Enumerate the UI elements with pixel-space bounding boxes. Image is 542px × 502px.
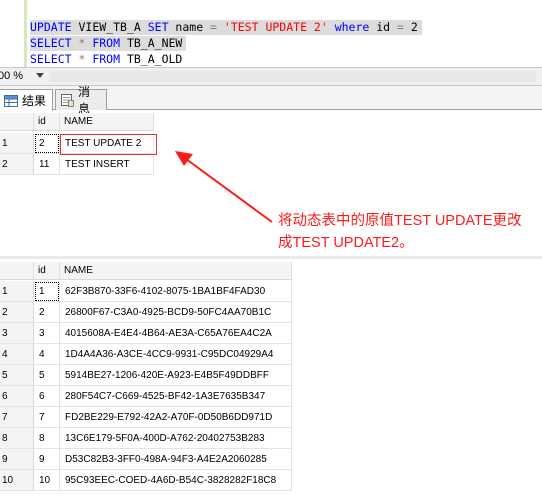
cell-id[interactable]: 2 (34, 302, 60, 323)
cell-name[interactable]: 13C6E179-5F0A-400D-A762-20402753B283 (60, 428, 292, 449)
cell-id[interactable]: 1 (34, 281, 60, 302)
row-number[interactable]: 6 (0, 386, 34, 407)
column-header-id[interactable]: id (34, 262, 60, 280)
cell-name[interactable]: 26800F67-C3A0-4925-BCD9-50FC4AA70B1C (60, 302, 292, 323)
cell-name[interactable]: 62F3B870-33F6-4102-8075-1BA1BF4FAD30 (60, 281, 292, 302)
row-number[interactable]: 2 (0, 302, 34, 323)
cell-name[interactable]: D53C82B3-3FF0-498A-94F3-A4E2A2060285 (60, 449, 292, 470)
annotation-line-1: 将动态表中的原值TEST UPDATE更改 (278, 213, 522, 229)
cell-id[interactable]: 6 (34, 386, 60, 407)
cell-name[interactable]: FD2BE229-E792-42A2-A70F-0D50B6DD971D (60, 407, 292, 428)
row-number[interactable]: 7 (0, 407, 34, 428)
row-number[interactable]: 10 (0, 470, 34, 491)
row-number[interactable]: 8 (0, 428, 34, 449)
grid-splitter[interactable] (0, 256, 542, 259)
cell-name[interactable]: 280F54C7-C669-4525-BF42-1A3E7635B347 (60, 386, 292, 407)
cell-id[interactable]: 4 (34, 344, 60, 365)
results-grid-2: id NAME 1 1 62F3B870-33F6-4102-8075-1BA1… (0, 262, 300, 494)
cell-id[interactable]: 7 (34, 407, 60, 428)
annotation-line-2: 成TEST UPDATE2。 (278, 235, 414, 251)
row-number[interactable]: 1 (0, 281, 34, 302)
cell-name[interactable]: 1D4A4A36-A3CE-4CC9-9931-C95DC04929A4 (60, 344, 292, 365)
row-number[interactable]: 3 (0, 323, 34, 344)
cell-id[interactable]: 3 (34, 323, 60, 344)
cell-id[interactable]: 9 (34, 449, 60, 470)
annotation-note: 将动态表中的原值TEST UPDATE更改 成TEST UPDATE2。 (278, 210, 542, 254)
row-number[interactable]: 4 (0, 344, 34, 365)
cell-id[interactable]: 8 (34, 428, 60, 449)
row-number[interactable]: 9 (0, 449, 34, 470)
cell-id[interactable]: 10 (34, 470, 60, 491)
column-header-name[interactable]: NAME (60, 262, 292, 280)
cell-name[interactable]: 95C93EEC-COED-4A6D-B54C-3828282F18C8 (60, 470, 292, 491)
row-header-corner[interactable] (0, 262, 34, 280)
cell-id[interactable]: 5 (34, 365, 60, 386)
cell-name[interactable]: 4015608A-E4E4-4B64-AE3A-C65A76EA4C2A (60, 323, 292, 344)
cell-name[interactable]: 5914BE27-1206-420E-A923-E4B5F49DDBFF (60, 365, 292, 386)
row-number[interactable]: 5 (0, 365, 34, 386)
